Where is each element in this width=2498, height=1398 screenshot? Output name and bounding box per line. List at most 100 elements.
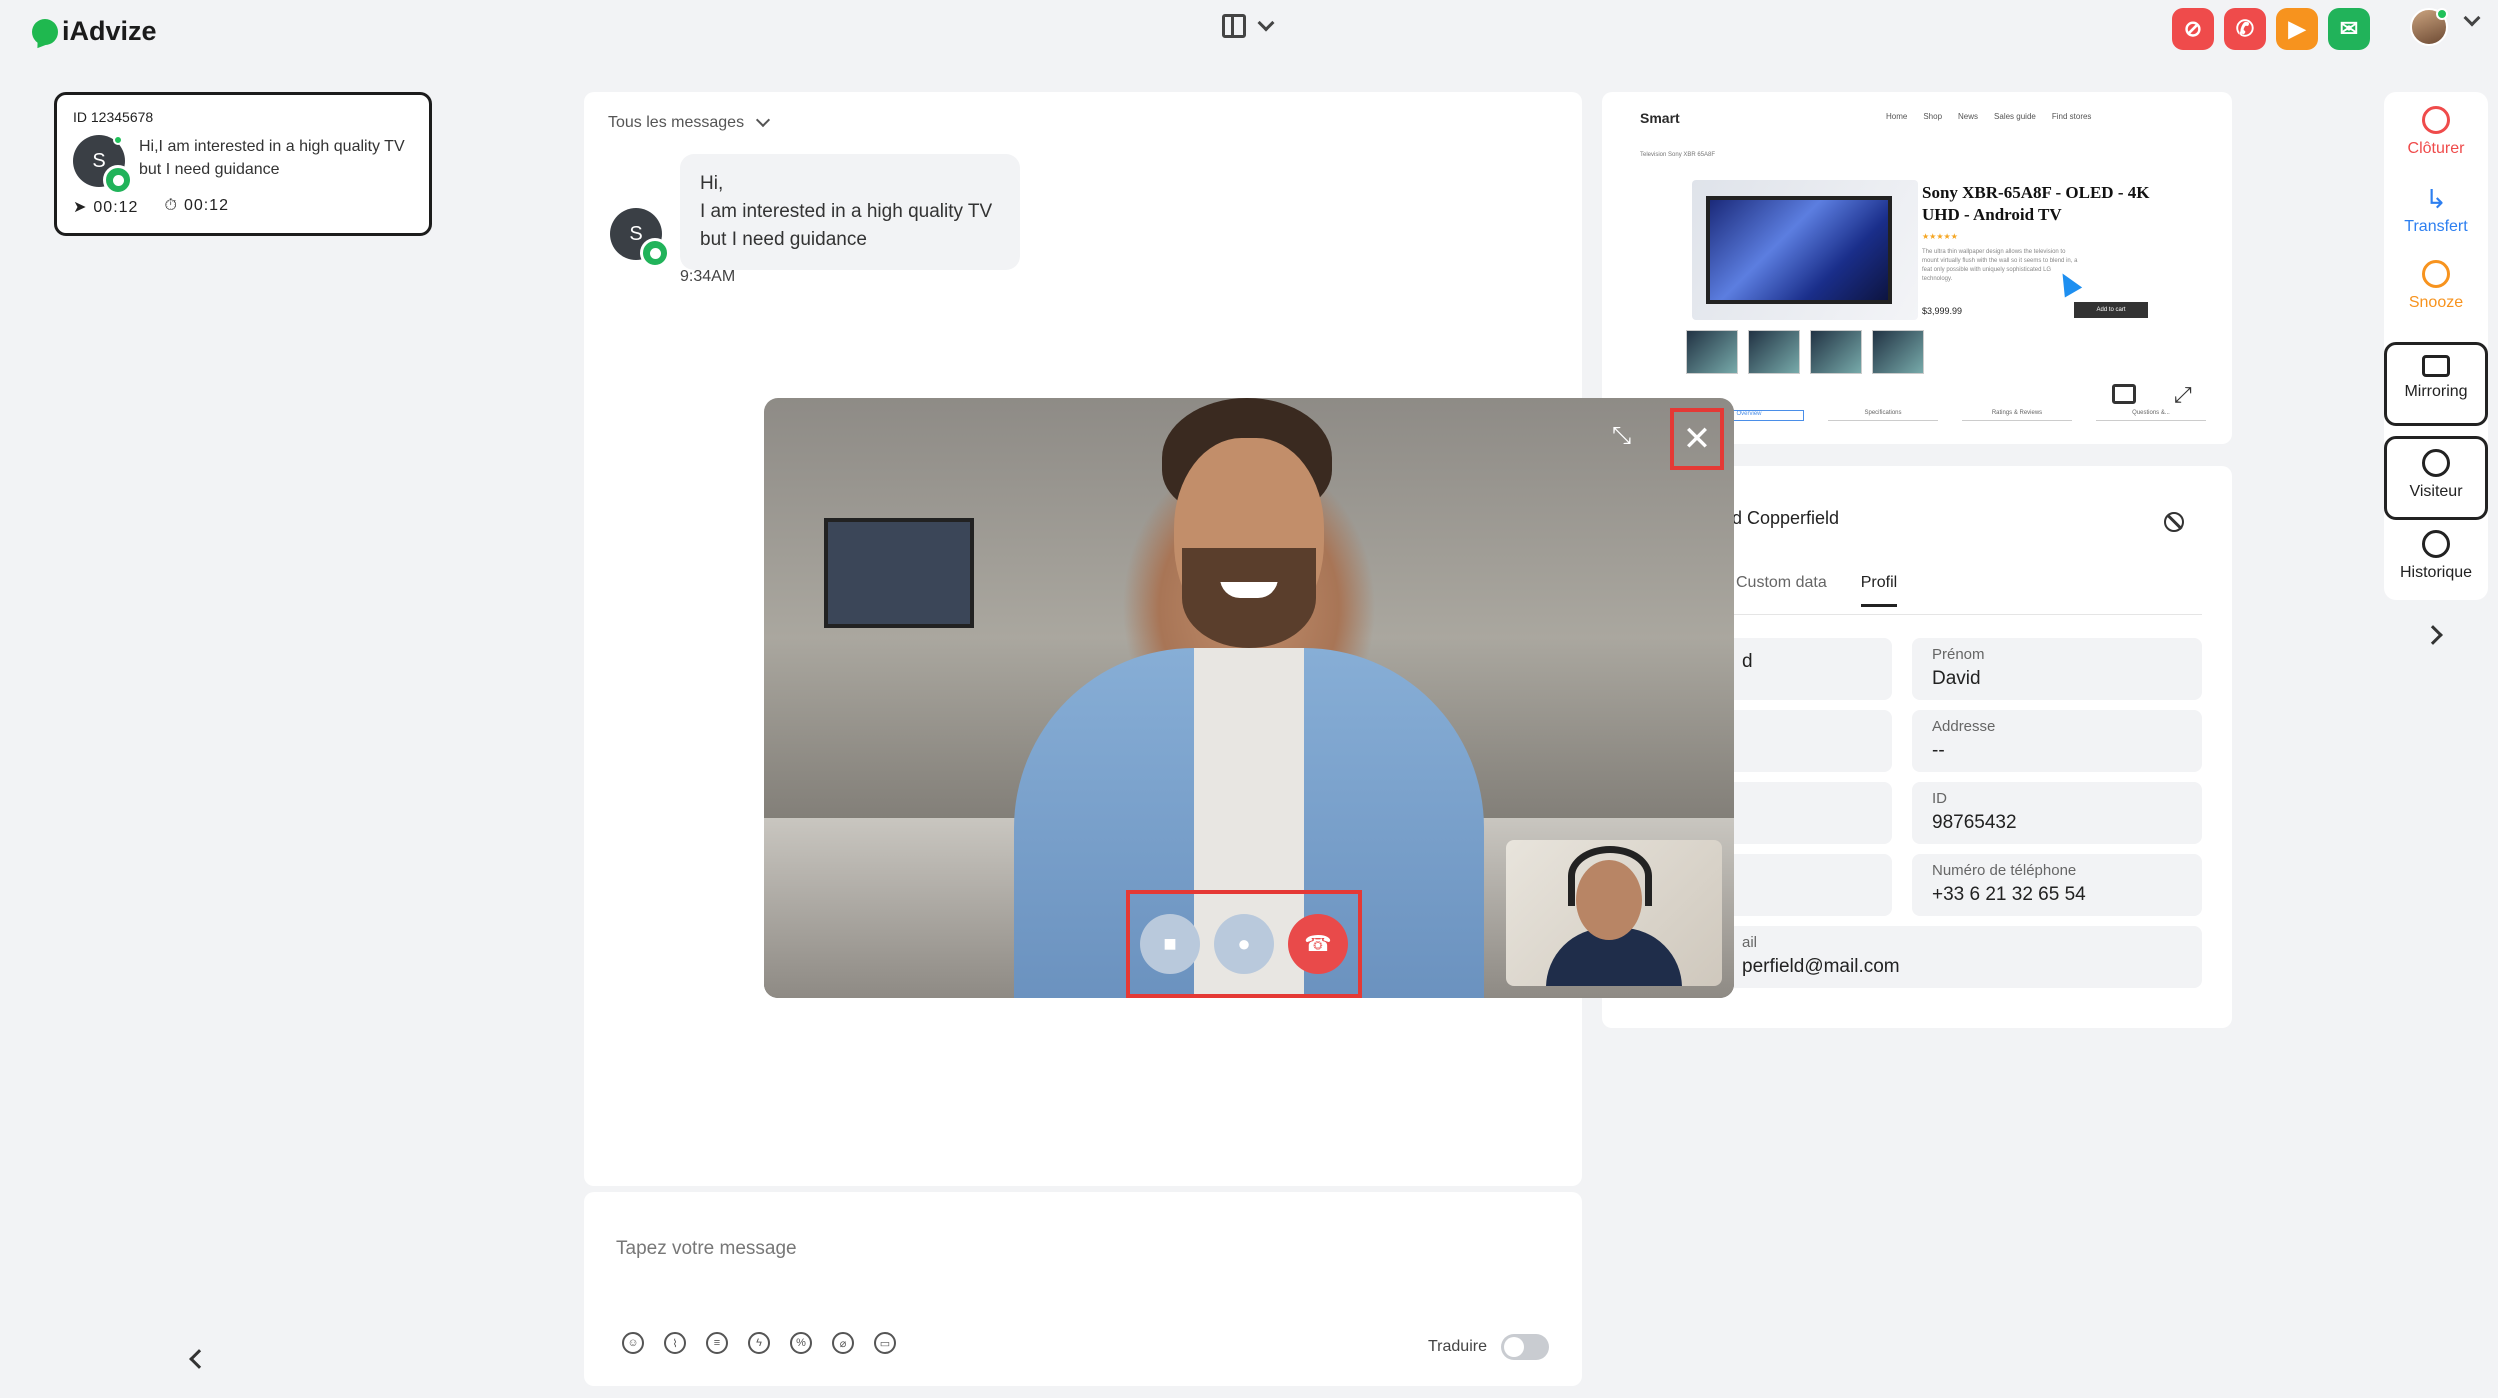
layout-toggle[interactable] [1222,14,1275,38]
chevron-right-icon[interactable] [2423,625,2443,645]
chat-channel-icon [103,165,133,195]
field-label: Numéro de téléphone [1932,862,2077,879]
snooze-button[interactable]: Snooze [2384,260,2488,312]
headset-icon [1568,846,1652,906]
video-call-window: ⤡ ✕ ■ ● ☎ [764,398,1734,998]
thumbnail [1686,330,1738,374]
wait-time: 00:12 [183,197,229,214]
sent-timer: ➤ 00:12 [73,197,138,217]
product-tab: Ratings & Reviews [1962,410,2072,421]
history-button[interactable]: Historique [2384,530,2488,582]
background-monitor [824,518,974,628]
microphone-icon[interactable]: ● [1214,914,1274,974]
minimize-icon[interactable]: ⤡ [1612,422,1642,452]
percent-icon[interactable]: % [790,1332,812,1354]
product-tabs: Overview Specifications Ratings & Review… [1694,410,2206,421]
message-time: 9:34AM [680,268,736,285]
message-line: but I need guidance [700,229,867,250]
chevron-down-icon[interactable] [2463,9,2481,27]
product-tab: Questions &... [2096,410,2206,421]
translate-toggle[interactable]: Traduire [1428,1334,1549,1360]
no-call-icon[interactable]: ✆ [2224,8,2266,50]
tab-custom-data[interactable]: Custom data [1736,574,1827,607]
rail-label: Mirroring [2404,383,2468,400]
field-label: Prénom [1932,646,1985,663]
tab-divider [1722,614,2202,615]
site-nav-item: Find stores [2051,112,2092,121]
chat-icon[interactable]: ✉ [2328,8,2370,50]
profile-field: ID 98765432 [1912,782,2202,844]
online-status-dot [2436,8,2448,20]
self-view[interactable] [1506,840,1722,986]
field-value: David [1932,668,1981,689]
stopwatch-icon: ⏱ [164,197,178,214]
message-filter[interactable]: Tous les messages [608,112,771,132]
product-thumbnails [1686,330,1924,374]
tab-profil[interactable]: Profil [1860,574,1898,607]
message-avatar: S [610,208,670,268]
profile-field: d [1722,638,1892,700]
message-line: Hi, [700,173,724,194]
send-icon: ➤ [73,199,88,216]
visitor-name: d Copperfield [1732,508,1840,528]
profile-field [1722,854,1892,916]
video-icon[interactable]: ▶ [2276,8,2318,50]
site-breadcrumb: Television Sony XBR 65A8F [1640,152,1716,158]
close-circle-icon [2422,106,2450,134]
translate-label: Traduire [1428,1338,1487,1355]
profile-field [1722,710,1892,772]
message-input[interactable]: Tapez votre message [616,1238,797,1260]
translate-switch[interactable] [1500,1334,1549,1360]
no-chat-icon[interactable]: ⊘ [2172,8,2214,50]
mirroring-button[interactable]: Mirroring [2384,342,2488,426]
app-logo: iAdvize [32,16,157,47]
field-label: ail [1742,934,1758,951]
thumbnail [1748,330,1800,374]
add-to-cart: Add to cart [2074,302,2148,318]
alarm-clock-icon [2422,260,2450,288]
list-icon[interactable]: ≡ [706,1332,728,1354]
close-video-button[interactable]: ✕ [1670,408,1724,470]
video-call-icon[interactable]: ▭ [874,1332,896,1354]
avatar-initial: S [629,222,643,245]
visitor-tabs: Custom data Profil [1736,574,1898,607]
transfer-button[interactable]: ↳ Transfert [2384,184,2488,236]
mirroring-icon[interactable] [2112,384,2136,404]
visitor-button[interactable]: Visiteur [2384,436,2488,520]
site-nav-item: Shop [1923,112,1943,121]
site-nav: Home Shop News Sales guide Find stores [1886,112,2091,121]
field-value: d [1742,651,1753,672]
close-conversation-button[interactable]: Clôturer [2384,106,2488,158]
no-link-icon[interactable]: ⌀ [832,1332,854,1354]
block-icon[interactable] [2164,512,2184,532]
cobrowse-preview: Smart Home Shop News Sales guide Find st… [1602,92,2232,444]
camera-icon[interactable]: ■ [1140,914,1200,974]
site-nav-item: News [1958,112,1979,121]
action-rail: Clôturer ↳ Transfert Snooze Mirroring Vi… [2384,92,2488,600]
conversation-card[interactable]: ID 12345678 S Hi,I am interested in a hi… [54,92,432,236]
site-brand: Smart [1640,110,1680,126]
avatar-initial: S [92,149,106,172]
lightning-icon[interactable]: ϟ [748,1332,770,1354]
hang-up-icon[interactable]: ☎ [1288,914,1348,974]
logo-text: iAdvize [62,16,157,46]
tv-image [1706,196,1892,304]
status-buttons: ⊘ ✆ ▶ ✉ [2172,8,2370,50]
close-icon: ✕ [1682,420,1712,458]
user-avatar[interactable] [2410,8,2448,46]
call-controls: ■ ● ☎ [1126,890,1362,998]
emoji-icon[interactable]: ☺ [622,1332,644,1354]
expand-icon[interactable]: ⤢ [2174,384,2198,408]
field-value: -- [1932,740,1945,761]
profile-field: Numéro de téléphone +33 6 21 32 65 54 [1912,854,2202,916]
rail-label: Transfert [2404,218,2468,235]
attachment-icon[interactable]: ⌇ [664,1332,686,1354]
collapse-left-chevron-icon[interactable] [189,1349,209,1369]
message-line: I am interested in a high quality TV [700,201,993,222]
rail-label: Historique [2399,564,2473,581]
product-price: $3,999.99 [1922,306,1963,316]
profile-field: Addresse -- [1912,710,2202,772]
conversation-id: ID 12345678 [73,109,154,125]
chevron-down-icon [755,112,771,128]
layout-columns-icon [1222,14,1246,38]
